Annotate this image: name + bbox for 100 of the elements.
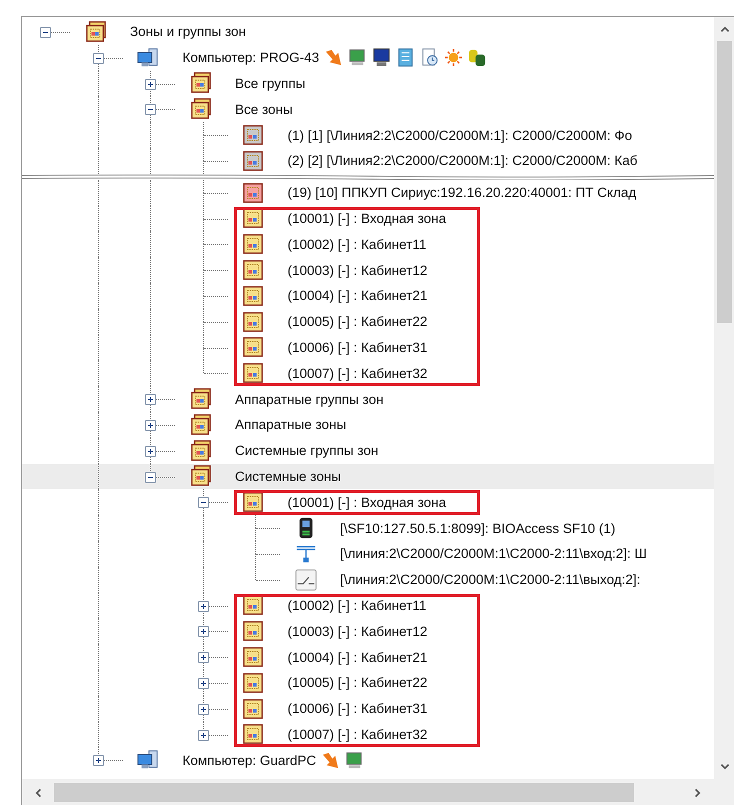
- tree-row[interactable]: (10002) [-] : Кабинет11: [22, 592, 714, 618]
- tree-row[interactable]: (10005) [-] : Кабинет22: [22, 670, 714, 696]
- notebook-icon: [396, 48, 416, 68]
- document-clock-icon: [420, 48, 440, 68]
- tree-row[interactable]: (10004) [-] : Кабинет21: [22, 282, 714, 309]
- expander-toggle[interactable]: [145, 420, 156, 431]
- switch-icon: [294, 568, 316, 591]
- tree-row[interactable]: Компьютер: PROG-43: [22, 44, 714, 71]
- tree-row[interactable]: (10005) [-] : Кабинет22: [22, 308, 714, 335]
- tree-item-label: Компьютер: PROG-43: [182, 50, 320, 66]
- tree-row[interactable]: (10001) [-] : Входная зона: [22, 206, 714, 232]
- tree-item-label: (2) [2] [\Линия2:2\C2000/C2000M:1]: C2000/C2000M: Каб: [288, 153, 638, 168]
- zone-icon: [242, 182, 264, 204]
- tree-item-label: (10006) [-] : Кабинет31: [288, 340, 428, 355]
- tree-row[interactable]: Аппаратные группы зон: [22, 386, 714, 412]
- tree-item-label: [\линия:2\C2000/C2000M:1\C2000-2:11\выход:2]:: [340, 572, 640, 588]
- tree-item-label: (10007) [-] : Кабинет32: [288, 366, 428, 381]
- arrow-icon: [324, 48, 344, 68]
- tree-row[interactable]: (10007) [-] : Кабинет32: [22, 722, 714, 748]
- zone-group-icon: [190, 440, 212, 462]
- expander-toggle[interactable]: [145, 78, 156, 90]
- zone-icon: [242, 124, 264, 146]
- expander-toggle[interactable]: [145, 394, 156, 406]
- expander-toggle[interactable]: [92, 52, 104, 64]
- zone-icon: [242, 646, 264, 668]
- expander-toggle[interactable]: [92, 755, 104, 766]
- zone-icon: [242, 259, 264, 282]
- scrollbar-thumb[interactable]: [717, 41, 732, 323]
- expander-toggle[interactable]: [198, 678, 208, 689]
- tree-item-label: Системные группы зон: [235, 443, 378, 458]
- zone-group-icon: [84, 20, 106, 43]
- tree-item-label: (10005) [-] : Кабинет22: [288, 314, 428, 330]
- expander-toggle[interactable]: [145, 472, 156, 483]
- expander-toggle[interactable]: [198, 497, 208, 508]
- tree-row[interactable]: Системные группы зон: [22, 438, 714, 464]
- expander-toggle[interactable]: [145, 446, 156, 457]
- sun-icon: [444, 48, 464, 68]
- tree-row[interactable]: Все группы: [22, 70, 714, 96]
- zone-group-icon: [190, 465, 212, 488]
- tree-item-label: Системные зоны: [235, 468, 341, 484]
- tree-row[interactable]: (10003) [-] : Кабинет12: [22, 257, 714, 283]
- expander-toggle[interactable]: [198, 730, 208, 741]
- tree-row[interactable]: Все зоны: [22, 96, 714, 122]
- tree-row[interactable]: (10006) [-] : Кабинет31: [22, 696, 714, 722]
- tree-row[interactable]: Системные зоны: [22, 464, 714, 490]
- tree-row[interactable]: (10006) [-] : Кабинет31: [22, 334, 714, 360]
- scrollbar-thumb[interactable]: [54, 783, 634, 802]
- expander-toggle[interactable]: [145, 104, 156, 116]
- tree-row[interactable]: (10004) [-] : Кабинет21: [22, 644, 714, 670]
- tree-item-label: [\SF10:127.50.5.1:8099]: BIOAccess SF10 (1): [340, 520, 616, 536]
- tree-item-label: Зоны и группы зон: [130, 24, 246, 40]
- zone-icon: [242, 150, 264, 172]
- tree-item-label: Компьютер: GuardPC: [182, 752, 316, 768]
- tree-item-label: Аппаратные зоны: [235, 417, 346, 432]
- expander-toggle[interactable]: [198, 600, 208, 612]
- zone-icon: [242, 672, 264, 694]
- tree-row[interactable]: (10001) [-] : Входная зона: [22, 489, 714, 516]
- tree-row[interactable]: Компьютер: GuardPC: [22, 747, 714, 774]
- vertical-scrollbar[interactable]: [714, 17, 734, 779]
- zone-group-icon: [190, 388, 212, 410]
- zone-icon: [242, 491, 264, 514]
- tree-item-label: [\линия:2\C2000/C2000M:1\C2000-2:11\вход:2]: Ш: [340, 546, 647, 562]
- tree-item-label: (10003) [-] : Кабинет12: [288, 262, 428, 278]
- tree-item-label: (10006) [-] : Кабинет31: [288, 701, 428, 716]
- tree-row[interactable]: (19) [10] ППКУП Сириус:192.16.20.220:40001: ПТ Склад: [22, 180, 714, 206]
- tree-row[interactable]: Зоны и группы зон: [22, 19, 714, 45]
- computer-icon: [137, 46, 159, 69]
- tree-item-label: Аппаратные группы зон: [235, 392, 384, 407]
- tree-item-label: (10003) [-] : Кабинет12: [288, 624, 428, 639]
- monitor-icon: [348, 48, 368, 68]
- zone-icon: [242, 362, 264, 384]
- zone-icon: [242, 284, 264, 307]
- tree-row[interactable]: [\линия:2\C2000/C2000M:1\C2000-2:11\вход:2]: Ш: [22, 540, 714, 567]
- tree-item-label: (10002) [-] : Кабинет11: [288, 236, 426, 252]
- tree-item-label: (1) [1] [\Линия2:2\C2000/C2000M:1]: C2000/C2000M: Фо: [288, 128, 632, 143]
- expander-toggle[interactable]: [198, 704, 208, 715]
- monitor-icon: [372, 48, 392, 68]
- tree-row[interactable]: (10003) [-] : Кабинет12: [22, 618, 714, 644]
- zone-icon: [242, 336, 264, 358]
- tree-row[interactable]: [\SF10:127.50.5.1:8099]: BIOAccess SF10 (1): [22, 515, 714, 541]
- tree-row[interactable]: (1) [1] [\Линия2:2\C2000/C2000M:1]: C2000/C2000M: Фо: [22, 122, 714, 148]
- zone-icon: [242, 233, 264, 256]
- expander-toggle[interactable]: [198, 652, 208, 664]
- expander-toggle[interactable]: [198, 626, 208, 638]
- tree-row[interactable]: [\линия:2\C2000/C2000M:1\C2000-2:11\выход:2]:: [22, 566, 714, 593]
- tree-item-label: (10002) [-] : Кабинет11: [288, 598, 426, 613]
- tree-item-label: (10004) [-] : Кабинет21: [288, 650, 428, 665]
- tree-item-label: (10007) [-] : Кабинет32: [288, 726, 428, 742]
- expander-toggle[interactable]: [40, 27, 51, 38]
- zone-group-icon: [190, 98, 212, 120]
- zone-icon: [242, 207, 264, 230]
- tree-row[interactable]: (10002) [-] : Кабинет11: [22, 231, 714, 258]
- tree-item-label: (10005) [-] : Кабинет22: [288, 675, 428, 690]
- horizontal-scrollbar[interactable]: [22, 779, 714, 805]
- zone-icon: [242, 310, 264, 333]
- tree-row[interactable]: (2) [2] [\Линия2:2\C2000/C2000M:1]: C2000/C2000M: Каб: [22, 148, 714, 174]
- tree-item-label: Все группы: [235, 76, 306, 91]
- tree-row[interactable]: (10007) [-] : Кабинет32: [22, 360, 714, 386]
- zone-group-icon: [190, 414, 212, 436]
- tree-row[interactable]: Аппаратные зоны: [22, 412, 714, 438]
